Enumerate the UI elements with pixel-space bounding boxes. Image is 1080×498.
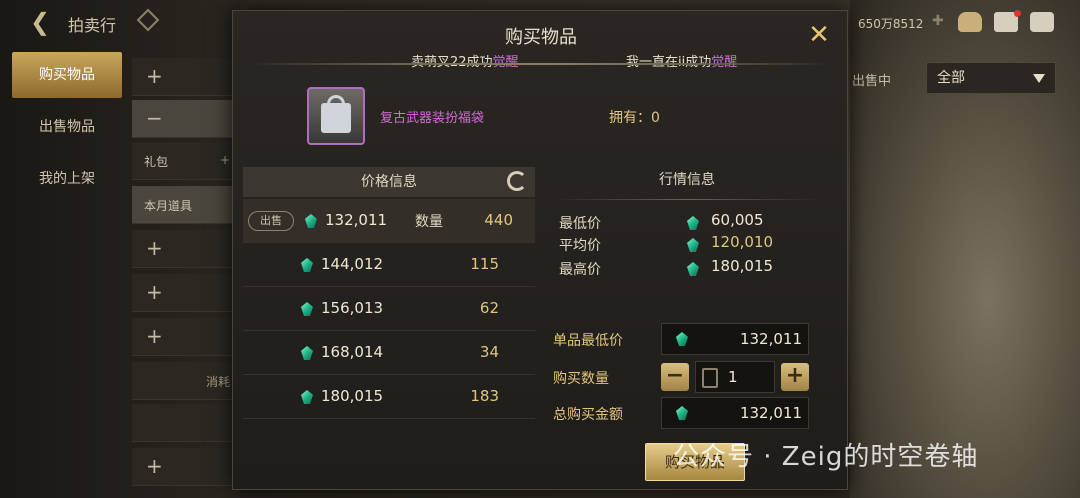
category-row[interactable] — [132, 404, 240, 442]
sidebar-item-my-listings[interactable]: 我的上架 — [12, 156, 122, 202]
category-row[interactable]: + — [132, 274, 240, 312]
divider — [551, 199, 823, 200]
broadcast-message: 卖萌叉22成功觉醒 — [411, 51, 519, 70]
calculator-icon[interactable] — [702, 368, 718, 388]
chat-icon[interactable] — [1030, 12, 1054, 32]
price-value: 144,012 — [321, 255, 384, 273]
gem-icon — [687, 216, 699, 230]
min-price-label: 最低价 — [559, 216, 601, 232]
chevron-down-icon — [1033, 74, 1045, 83]
gem-icon — [305, 214, 317, 228]
category-row-gift[interactable]: 礼包 + — [132, 142, 240, 180]
quantity-label: 数量 — [415, 214, 443, 230]
gem-icon — [687, 238, 699, 252]
price-row[interactable]: 180,015 183 — [243, 375, 535, 419]
quantity-value: 62 — [479, 299, 499, 317]
quantity-value: 440 — [484, 211, 513, 229]
item-icon[interactable] — [307, 87, 365, 145]
close-icon[interactable]: ✕ — [805, 21, 833, 49]
expand-icon: + — [146, 454, 163, 478]
filter-dropdown[interactable]: 全部 — [926, 62, 1056, 94]
quantity-input[interactable]: 1 — [695, 361, 775, 393]
category-row[interactable]: − — [132, 100, 240, 138]
category-row[interactable]: + — [132, 230, 240, 268]
max-price-value: 180,015 — [711, 257, 774, 275]
currency-amount: 650万8512 — [858, 17, 924, 31]
add-currency-icon[interactable]: ✚ — [932, 14, 946, 28]
buy-item-dialog: 购买物品 ✕ 卖萌叉22成功觉醒 我一直在ii成功觉醒 复古武器装扮福袋 拥有：… — [232, 10, 848, 490]
increase-quantity-button[interactable]: + — [781, 363, 809, 391]
avg-price-label: 平均价 — [559, 238, 601, 254]
price-row[interactable]: 出售 132,011 数量 440 — [243, 199, 535, 243]
price-value: 180,015 — [321, 387, 384, 405]
refresh-icon[interactable] — [507, 171, 527, 191]
category-label: 礼包 — [144, 155, 169, 169]
category-label: 本月道具 — [144, 199, 193, 213]
quantity-value: 115 — [470, 255, 499, 273]
max-price-label: 最高价 — [559, 262, 601, 278]
gem-icon — [676, 406, 688, 420]
quantity-value: 183 — [470, 387, 499, 405]
broadcast-message: 我一直在ii成功觉醒 — [626, 51, 737, 70]
market-info-header: 行情信息 — [659, 172, 715, 188]
diamond-icon[interactable] — [136, 8, 160, 32]
avg-price-value: 120,010 — [711, 233, 774, 251]
price-value: 156,013 — [321, 299, 384, 317]
unit-price-field: 132,011 — [661, 323, 809, 355]
expand-icon: + — [146, 280, 163, 304]
page-title: 拍卖行 — [68, 16, 117, 35]
price-row[interactable]: 144,012 115 — [243, 243, 535, 287]
item-name: 复古武器装扮福袋 — [380, 111, 485, 126]
back-arrow-icon[interactable]: ❮ — [30, 9, 58, 35]
expand-icon: + — [146, 236, 163, 260]
owned-count: 拥有：0 — [609, 110, 660, 126]
price-value: 168,014 — [321, 343, 384, 361]
price-value: 132,011 — [325, 211, 388, 229]
expand-icon: + — [219, 153, 230, 167]
sell-tag: 出售 — [248, 211, 294, 231]
gem-icon — [301, 302, 313, 316]
decrease-quantity-button[interactable]: − — [661, 363, 689, 391]
filter-value: 全部 — [937, 70, 965, 86]
gem-icon — [676, 332, 688, 346]
divider — [251, 63, 831, 65]
price-row[interactable]: 168,014 34 — [243, 331, 535, 375]
category-row[interactable]: + — [132, 318, 240, 356]
collapse-icon: − — [146, 106, 163, 130]
dialog-title: 购买物品 — [505, 27, 577, 48]
unit-price-value: 132,011 — [739, 330, 802, 348]
gem-icon — [301, 258, 313, 272]
unit-price-label: 单品最低价 — [553, 333, 623, 349]
quantity-value: 34 — [479, 343, 499, 361]
category-label: 消耗 — [205, 375, 230, 389]
total-amount-value: 132,011 — [739, 404, 802, 422]
total-amount-label: 总购买金额 — [553, 407, 623, 423]
buy-quantity-label: 购买数量 — [553, 371, 609, 387]
gem-icon — [301, 346, 313, 360]
bag-icon — [321, 103, 351, 133]
category-row[interactable]: + — [132, 58, 240, 96]
category-row[interactable]: + — [132, 448, 240, 486]
notification-dot — [1014, 10, 1021, 17]
sidebar-item-sell[interactable]: 出售物品 — [12, 104, 122, 150]
expand-icon: + — [146, 64, 163, 88]
category-row-consume[interactable]: 消耗 — [132, 362, 240, 400]
price-row[interactable]: 156,013 62 — [243, 287, 535, 331]
price-info-header: 价格信息 — [243, 167, 535, 197]
category-row-month[interactable]: 本月道具 — [132, 186, 240, 224]
gem-icon — [301, 390, 313, 404]
quantity-value: 1 — [728, 368, 738, 386]
expand-icon: + — [146, 324, 163, 348]
sidebar-item-buy[interactable]: 购买物品 — [12, 52, 122, 98]
filter-label: 出售中 — [852, 74, 892, 89]
min-price-value: 60,005 — [711, 211, 764, 229]
total-amount-field: 132,011 — [661, 397, 809, 429]
watermark: 公众号 · Zeig的时空卷轴 — [673, 442, 979, 472]
bag-icon[interactable] — [958, 12, 982, 32]
gem-icon — [687, 262, 699, 276]
